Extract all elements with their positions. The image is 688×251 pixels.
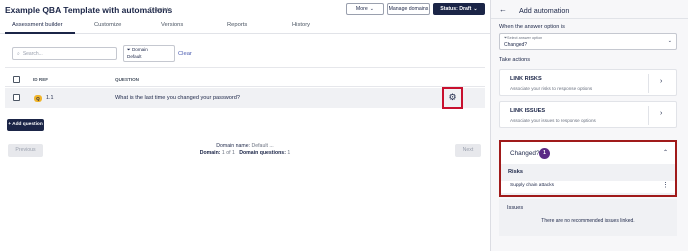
automation-title: Changed? [510,150,540,157]
chevron-right-icon[interactable]: › [660,110,662,117]
domain-filter-value: Default [127,53,142,59]
question-text: What is the last time you changed your p… [115,95,240,101]
chevron-down-icon: ⌄ [473,6,478,12]
issues-empty-message: There are no recommended issues linked. [541,218,635,224]
select-all-checkbox[interactable] [13,76,20,83]
page-title: Example QBA Template with automations [5,5,173,15]
arrow-left-icon[interactable]: ← [499,5,507,14]
assessment-builder-pane: Example QBA Template with automations Te… [0,0,490,251]
risk-item: Supply chain attacks ⋮ [501,181,675,193]
row-checkbox[interactable] [13,94,20,101]
previous-button[interactable]: Previous [8,144,43,157]
link-risks-title: LINK RISKS [510,76,542,82]
table-header: ID REF QUESTION [5,74,485,87]
filter-icon: ⏷ [127,47,131,52]
tab-reports[interactable]: Reports [227,22,247,28]
select-sublabel: Select answer option [507,36,543,40]
table-row[interactable]: Q 1.1 What is the last time you changed … [5,88,485,108]
more-vertical-icon[interactable]: ⋮ [662,181,669,189]
link-issues-desc: Associate your issues to response option… [510,118,596,123]
link-risks-desc: Associate your risks to response options [510,86,593,91]
search-icon: ⌕ [17,50,20,57]
card-divider [648,74,649,93]
column-id-ref: ID REF [33,77,49,82]
chevron-right-icon[interactable]: › [660,78,662,85]
domain-filter-dropdown[interactable]: ⏷ Domain Default [123,45,175,62]
actions-label: Take actions [499,57,531,63]
clear-filters-link[interactable]: Clear [178,51,192,57]
manage-domains-button[interactable]: Manage domains [387,3,430,15]
automation-gear-icon[interactable]: ⚙ [447,92,458,103]
question-id: 1.1 [46,95,54,101]
domain-filter-label: Domain [131,47,148,52]
issues-section: Issues There are no recommended issues l… [499,199,677,236]
search-input[interactable]: ⌕ Search... [12,47,117,60]
risks-label: Risks [508,169,523,175]
chevron-up-icon[interactable]: ⌃ [663,149,668,156]
tab-assessment-builder[interactable]: Assessment builder [12,22,63,28]
domain-label: Domain: [199,150,221,156]
column-question: QUESTION [115,77,139,82]
automation-count-badge: 1 [539,148,550,159]
issues-label: Issues [507,205,524,211]
domain-questions-value: 1 [287,150,291,156]
condition-label: When the answer option is [499,24,565,30]
next-button[interactable]: Next [455,144,481,157]
manage-domains-label: Manage domains [388,6,429,12]
panel-title: Add automation [519,6,570,15]
automation-header[interactable]: Changed? 1 ⌃ [501,142,675,164]
select-value: Changed? [504,41,528,48]
tab-customize[interactable]: Customize [94,22,121,28]
tab-versions[interactable]: Versions [161,22,183,28]
domain-value: 1 of 1 [221,150,235,156]
domain-questions-label: Domain questions: [239,150,286,156]
status-label: Status: Draft [440,6,472,12]
automation-card: Changed? 1 ⌃ Risks Supply chain attacks … [499,140,677,197]
domain-name-label: Domain name: [216,143,251,149]
answer-option-select[interactable]: ⏷Select answer option Changed? ⌄ [499,33,677,50]
risks-section: Risks Supply chain attacks ⋮ [501,164,675,195]
card-divider [648,106,649,125]
filter-bar: ⌕ Search... ⏷ Domain Default Clear [5,42,485,68]
add-automation-panel: ← Add automation When the answer option … [490,0,688,251]
link-issues-card[interactable]: LINK ISSUES Associate your issues to res… [499,101,677,128]
template-tag: Template [149,7,172,13]
more-label: More [355,6,368,12]
question-type-badge: Q [34,95,42,102]
chevron-down-icon: ⌄ [667,38,672,44]
link-issues-title: LINK ISSUES [510,108,546,114]
link-risks-card[interactable]: LINK RISKS Associate your risks to respo… [499,69,677,96]
chevron-down-icon: ⌄ [369,6,375,12]
active-tab-indicator [5,32,75,34]
domain-name-value: Default ... [251,143,274,149]
status-dropdown[interactable]: Status: Draft ⌄ [433,3,485,15]
pagination-info: Domain name: Default ... Domain: 1 of 1 … [190,143,300,157]
add-question-button[interactable]: + Add question [7,119,44,131]
panel-divider [491,18,688,19]
search-placeholder: Search... [22,50,43,57]
risk-item-label: Supply chain attacks [510,183,554,188]
tab-history[interactable]: History [292,22,310,28]
more-button[interactable]: More ⌄ [346,3,384,15]
